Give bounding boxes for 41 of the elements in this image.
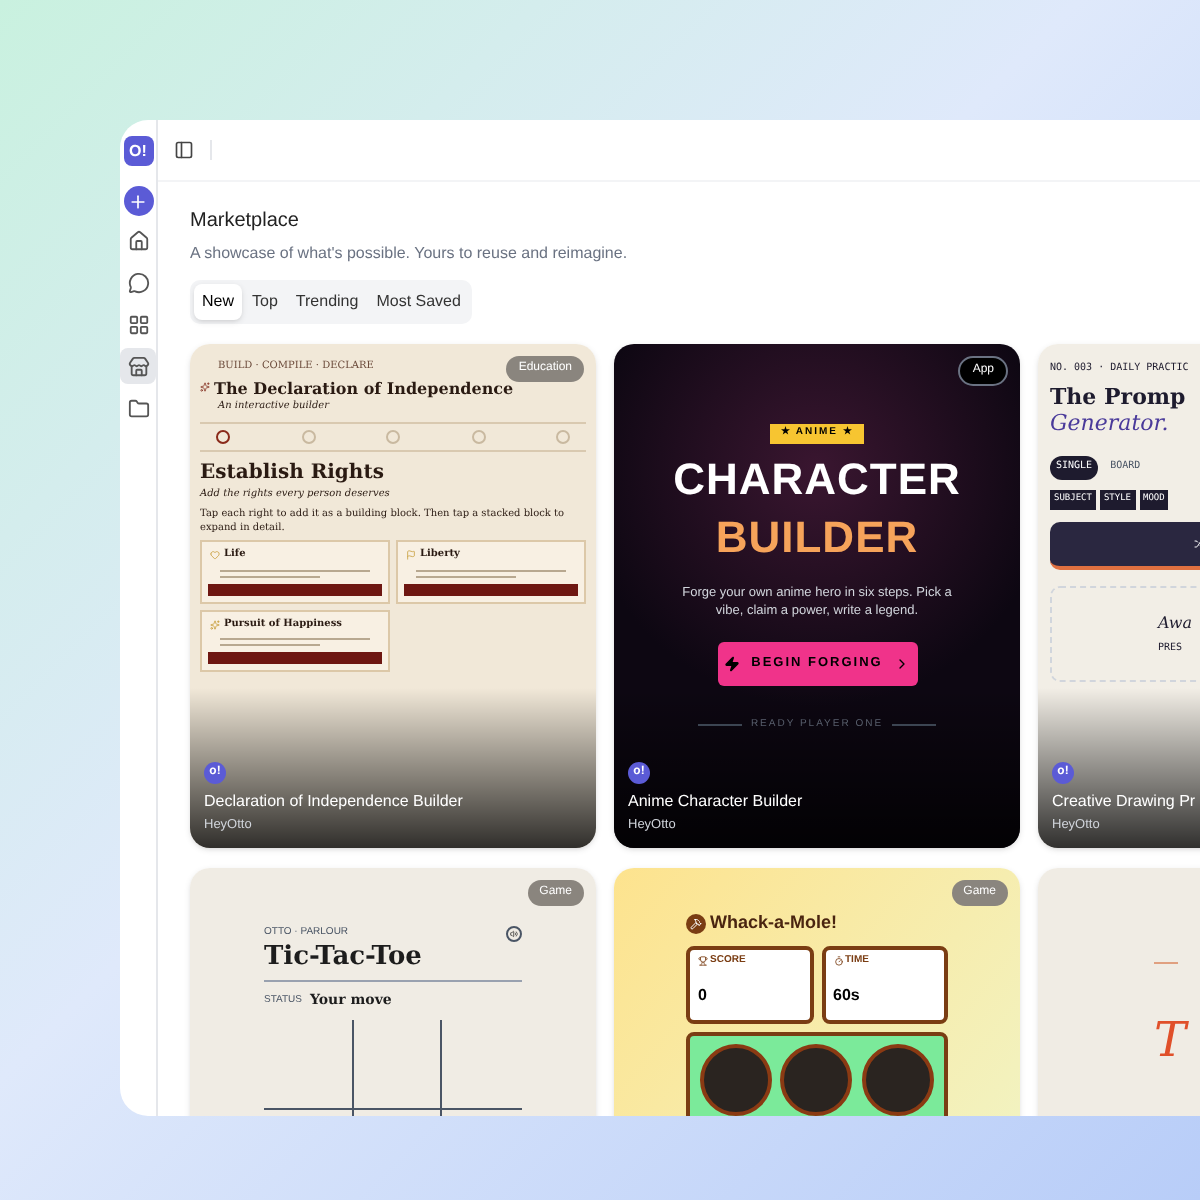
- prompt-result: Awa: [1158, 612, 1193, 637]
- hammer-icon: [686, 913, 706, 934]
- filter-tab[interactable]: Trending: [287, 284, 367, 320]
- mole-hole[interactable]: [699, 1044, 772, 1116]
- add-right-bar[interactable]: [208, 583, 382, 595]
- right-icon: [210, 619, 220, 630]
- right-icon: [406, 550, 416, 561]
- new-button[interactable]: [123, 186, 153, 216]
- trophy-icon: [698, 955, 708, 966]
- preview-subheading: Generator.: [1050, 410, 1169, 438]
- card-title: Anime Character Builder: [628, 791, 805, 812]
- filter-tab[interactable]: Most Saved: [368, 284, 469, 320]
- mole-hole[interactable]: [780, 1044, 853, 1116]
- add-right-bar[interactable]: [404, 583, 578, 595]
- section-heading: Establish Rights: [200, 462, 386, 487]
- app-logo[interactable]: O!: [123, 136, 153, 166]
- filter-tab[interactable]: New: [194, 284, 243, 320]
- sidebar-toggle-icon[interactable]: [174, 140, 194, 160]
- right-icon: [210, 550, 220, 561]
- sound-icon: [506, 926, 522, 942]
- timer-icon: [833, 955, 843, 966]
- quill-icon: [200, 382, 210, 392]
- page-subtitle: A showcase of what's possible. Yours to reuse and reimagine.: [190, 242, 630, 266]
- lightning-icon: [723, 656, 740, 672]
- preview-heading: Whack-a-Mole!: [710, 910, 838, 936]
- card-title: Declaration of Independence Builder: [204, 791, 465, 812]
- preview-heading: The Promp: [1050, 383, 1186, 411]
- template-card[interactable]: [190, 344, 596, 848]
- hero-subtitle: BUILDER: [715, 515, 919, 559]
- preview-letter: T: [1154, 1016, 1187, 1064]
- card-title: Creative Drawing Pr: [1052, 791, 1198, 812]
- shuffle-button[interactable]: [1050, 522, 1200, 571]
- preview-heading: Tic-Tac-Toe: [264, 942, 522, 983]
- filter-tab[interactable]: Top: [244, 284, 286, 320]
- plus-icon: [128, 191, 148, 211]
- hero-title: CHARACTER: [673, 457, 961, 501]
- mole-hole[interactable]: [862, 1044, 935, 1116]
- store-nav-icon[interactable]: [120, 348, 156, 384]
- stat-value: 60s: [833, 986, 860, 1004]
- page-title: Marketplace: [190, 208, 301, 236]
- stat-value: 0: [698, 986, 707, 1004]
